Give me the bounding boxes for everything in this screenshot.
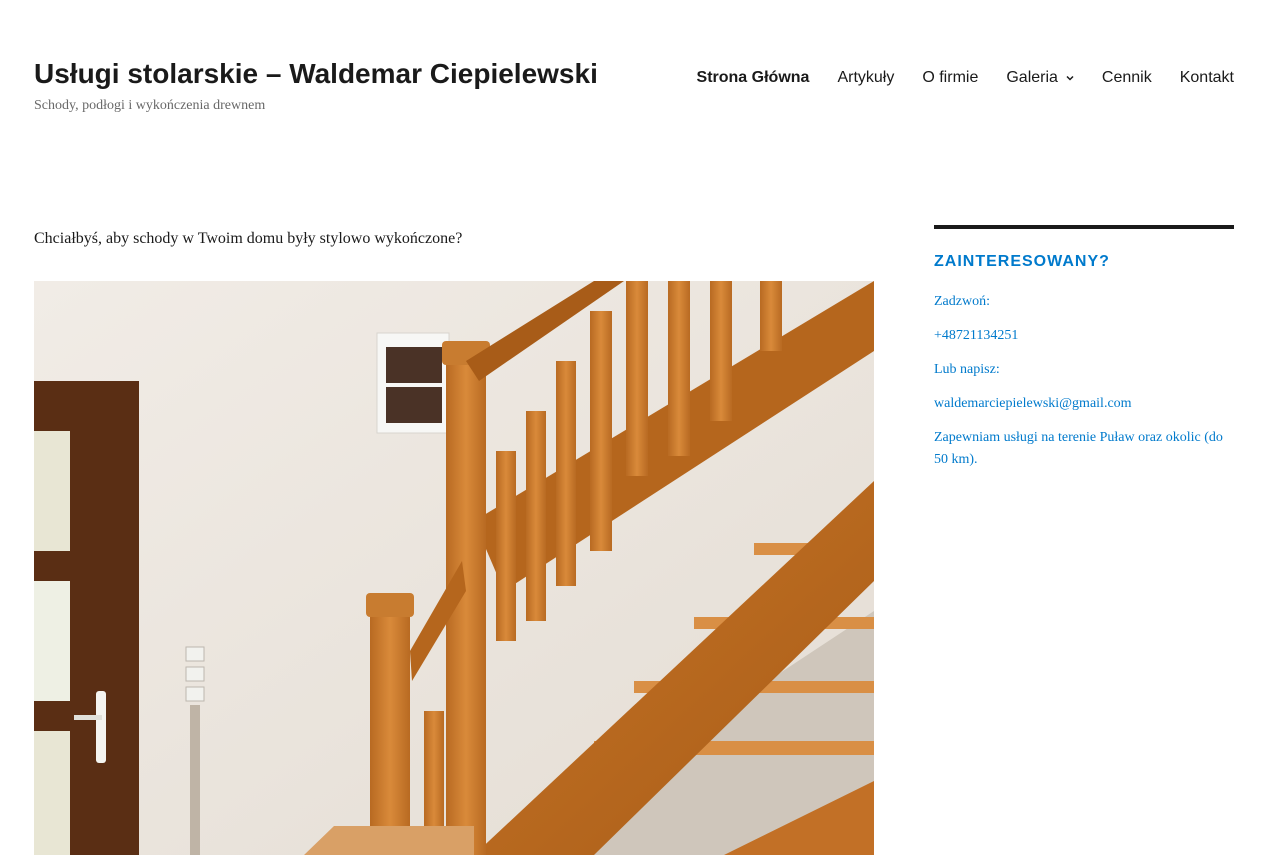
contact-widget: ZAINTERESOWANY? Zadzwoń: +48721134251 Lu… (934, 225, 1234, 467)
call-label: Zadzwoń: (934, 294, 990, 309)
chevron-down-icon[interactable] (1066, 74, 1074, 82)
write-label: Lub napisz: (934, 362, 1000, 377)
nav-item-contact[interactable]: Kontakt (1180, 66, 1234, 90)
site-title[interactable]: Usługi stolarskie – Waldemar Ciepielewsk… (34, 56, 598, 92)
main-navigation: Strona Główna Artykuły O firmie Galeria … (669, 66, 1234, 90)
nav-item-about[interactable]: O firmie (922, 66, 978, 90)
nav-item-pricing[interactable]: Cennik (1102, 66, 1152, 90)
site-description: Schody, podłogi i wykończenia drewnem (34, 98, 266, 113)
nav-item-gallery[interactable]: Galeria (1006, 66, 1074, 90)
phone-link[interactable]: +48721134251 (934, 328, 1018, 343)
intro-text: Chciałbyś, aby schody w Twoim domu były … (34, 230, 463, 247)
nav-item-gallery-label: Galeria (1006, 69, 1058, 86)
nav-item-articles[interactable]: Artykuły (837, 66, 894, 90)
email-link[interactable]: waldemarciepielewski@gmail.com (934, 396, 1132, 411)
widget-title: ZAINTERESOWANY? (934, 253, 1110, 270)
nav-item-home[interactable]: Strona Główna (697, 66, 810, 90)
staircase-photo (34, 281, 874, 855)
service-area-text: Zapewniam usługi na terenie Puław oraz o… (934, 430, 1223, 467)
widget-divider (934, 225, 1234, 229)
